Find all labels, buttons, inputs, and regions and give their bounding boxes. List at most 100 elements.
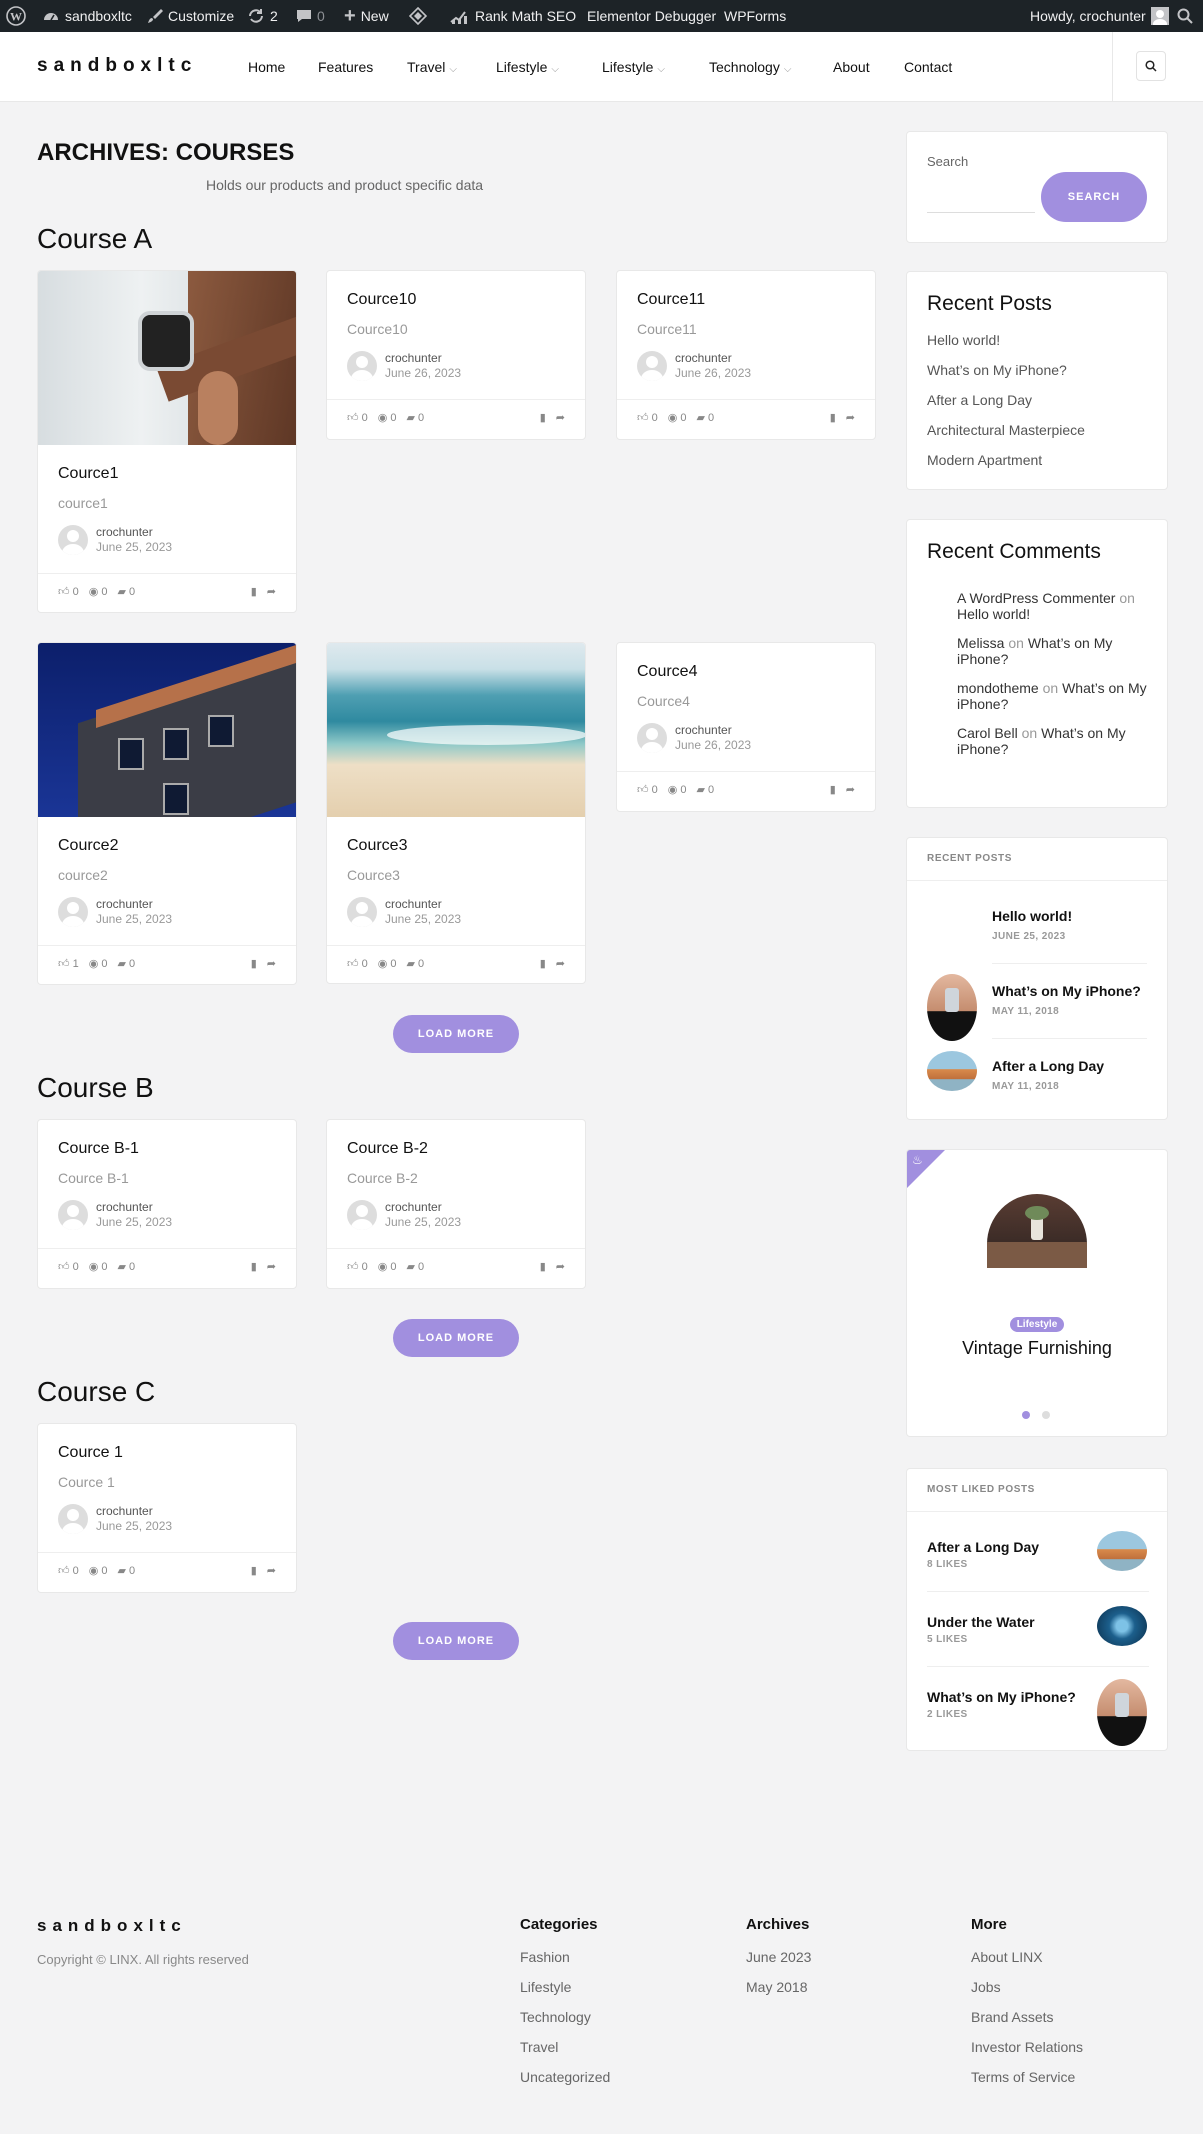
course-card[interactable]: Cource4 Cource4 crochunter June 26, 2023 👍︎ … [616,642,876,812]
comment-author[interactable]: Carol Bell [957,725,1018,741]
footer-link[interactable]: Technology [520,2009,591,2025]
footer-link[interactable]: Travel [520,2039,558,2055]
card-title[interactable]: Cource3 [347,837,565,855]
comments-count[interactable]: ▰ 0 [406,957,424,970]
post-thumbnail[interactable] [1097,1679,1147,1746]
share-icon[interactable]: ➦ [556,1260,565,1273]
new-content-link[interactable]: + New [344,0,389,32]
recent-post-title[interactable]: What’s on My iPhone? [992,983,1141,999]
course-card[interactable]: Cource3 Cource3 crochunter June 25, 2023 👍︎ … [326,642,586,984]
bookmark-icon[interactable]: ▮ [251,957,257,970]
comments-count[interactable]: ▰ 0 [117,585,135,598]
recent-post-link[interactable]: What’s on My iPhone? [927,362,1067,378]
updates-link[interactable]: 2 [247,0,278,32]
course-card[interactable]: Cource 1 Cource 1 crochunter June 25, 2023 👍… [37,1423,297,1593]
nav-about[interactable]: About [833,32,870,102]
author-name[interactable]: crochunter [96,897,172,912]
search-input[interactable] [927,212,1035,213]
nav-contact[interactable]: Contact [904,32,952,102]
admin-search-icon[interactable] [1177,0,1193,32]
card-image[interactable] [38,271,296,445]
footer-link[interactable]: Jobs [971,1979,1001,1995]
card-image[interactable] [38,643,296,817]
diamond-plugin-icon[interactable] [409,0,427,32]
recent-post-title[interactable]: Hello world! [992,908,1072,924]
author-name[interactable]: crochunter [96,1504,172,1519]
card-title[interactable]: Cource11 [637,291,855,309]
course-card[interactable]: Cource B-1 Cource B-1 crochunter June 25, 2… [37,1119,297,1289]
card-title[interactable]: Cource2 [58,837,276,855]
share-icon[interactable]: ➦ [846,411,855,424]
footer-link[interactable]: May 2018 [746,1979,807,1995]
comment-author[interactable]: A WordPress Commenter [957,590,1115,606]
share-icon[interactable]: ➦ [556,957,565,970]
like-button[interactable]: 👍︎ 0 [347,1260,368,1273]
avatar[interactable] [58,525,88,555]
card-title[interactable]: Cource B-2 [347,1140,565,1158]
comments-count[interactable]: ▰ 0 [117,1564,135,1577]
like-button[interactable]: 👍︎ 0 [58,585,79,598]
author-name[interactable]: crochunter [96,1200,172,1215]
card-title[interactable]: Cource 1 [58,1444,276,1462]
nav-lifestyle-2[interactable]: Lifestyle ⌵ [602,32,665,102]
card-title[interactable]: Cource B-1 [58,1140,276,1158]
post-thumbnail[interactable] [927,974,977,1041]
load-more-button[interactable]: LOAD MORE [393,1319,519,1357]
share-icon[interactable]: ➦ [267,1564,276,1577]
recent-post-link[interactable]: Hello world! [927,332,1000,348]
bookmark-icon[interactable]: ▮ [830,411,836,424]
share-icon[interactable]: ➦ [267,585,276,598]
avatar[interactable] [347,1200,377,1230]
comments-count[interactable]: ▰ 0 [406,1260,424,1273]
post-thumbnail[interactable] [1097,1606,1147,1646]
card-image[interactable] [327,643,585,817]
comments-count[interactable]: ▰ 0 [117,957,135,970]
author-name[interactable]: crochunter [385,897,461,912]
recent-post-link[interactable]: After a Long Day [927,392,1032,408]
avatar[interactable] [58,1200,88,1230]
footer-link[interactable]: Uncategorized [520,2069,610,2085]
comments-link[interactable]: 0 [296,0,325,32]
nav-technology[interactable]: Technology ⌵ [709,32,791,102]
footer-link[interactable]: Brand Assets [971,2009,1054,2025]
recent-post-title[interactable]: After a Long Day [992,1058,1104,1074]
comment-post-link[interactable]: Hello world! [957,606,1030,622]
card-title[interactable]: Cource4 [637,663,855,681]
liked-post-title[interactable]: What’s on My iPhone? [927,1689,1076,1705]
customize-link[interactable]: Customize [147,0,234,32]
share-icon[interactable]: ➦ [846,783,855,796]
share-icon[interactable]: ➦ [267,957,276,970]
card-title[interactable]: Cource1 [58,465,276,483]
comments-count[interactable]: ▰ 0 [117,1260,135,1273]
nav-travel[interactable]: Travel ⌵ [407,32,457,102]
account-menu[interactable]: Howdy, crochunter [1030,0,1169,32]
featured-image[interactable] [987,1194,1087,1268]
avatar[interactable] [58,897,88,927]
recent-post-link[interactable]: Architectural Masterpiece [927,422,1085,438]
bookmark-icon[interactable]: ▮ [540,411,546,424]
like-button[interactable]: 👍︎ 0 [58,1564,79,1577]
course-card[interactable]: Cource B-2 Cource B-2 crochunter June 25, 2… [326,1119,586,1289]
comments-count[interactable]: ▰ 0 [406,411,424,424]
avatar[interactable] [347,351,377,381]
author-name[interactable]: crochunter [385,351,461,366]
bookmark-icon[interactable]: ▮ [830,783,836,796]
comment-author[interactable]: Melissa [957,635,1004,651]
share-icon[interactable]: ➦ [267,1260,276,1273]
author-name[interactable]: crochunter [675,723,751,738]
avatar[interactable] [347,897,377,927]
bookmark-icon[interactable]: ▮ [251,1564,257,1577]
featured-title[interactable]: Vintage Furnishing [907,1338,1167,1359]
site-logo[interactable]: sandboxltc [37,55,197,77]
course-card[interactable]: Cource11 Cource11 crochunter June 26, 2023 👍… [616,270,876,440]
avatar[interactable] [637,723,667,753]
avatar[interactable] [58,1504,88,1534]
course-card[interactable]: Cource1 cource1 crochunter June 25, 2023 👍︎ … [37,270,297,613]
like-button[interactable]: 👍︎ 0 [637,411,658,424]
author-name[interactable]: crochunter [675,351,751,366]
wordpress-logo-icon[interactable]: W [6,0,26,32]
post-thumbnail[interactable] [927,1051,977,1091]
liked-post-title[interactable]: After a Long Day [927,1539,1039,1555]
bookmark-icon[interactable]: ▮ [540,957,546,970]
footer-link[interactable]: Fashion [520,1949,570,1965]
